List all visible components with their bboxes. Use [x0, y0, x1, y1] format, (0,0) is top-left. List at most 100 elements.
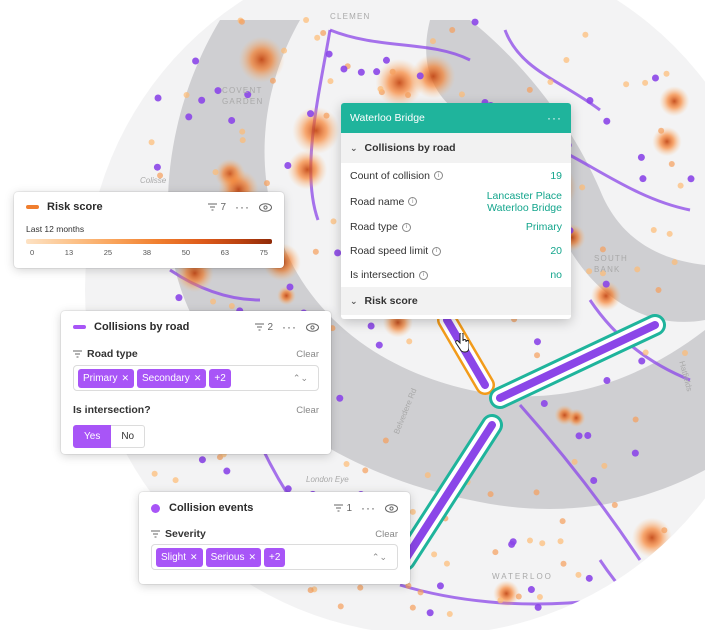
collision-point — [431, 551, 438, 558]
collisions-by-road-layer-card: Collisions by road 2 ··· Road type Clear… — [61, 311, 331, 454]
collision-point — [314, 34, 321, 41]
chip-more[interactable]: +2 — [209, 368, 231, 388]
more-icon[interactable]: ··· — [361, 501, 376, 515]
map-label-covent: COVENT — [222, 86, 263, 95]
popup-section-risk[interactable]: ⌄ Risk score — [341, 287, 571, 315]
collision-point — [377, 85, 384, 92]
collisions-header: Collisions by road 2 ··· — [61, 311, 331, 343]
chip-label: Slight — [161, 551, 187, 563]
more-icon[interactable]: ··· — [547, 111, 562, 125]
collision-point — [148, 139, 155, 146]
close-icon[interactable]: ✕ — [248, 552, 256, 563]
collision-point — [611, 501, 618, 508]
collision-point — [586, 97, 594, 105]
events-legend-swatch — [151, 503, 160, 513]
collision-point — [172, 477, 179, 484]
more-icon[interactable]: ··· — [235, 200, 250, 214]
road-type-multiselect[interactable]: Primary ✕ Secondary ✕ +2 ⌃⌄ — [73, 365, 319, 391]
collision-point — [337, 603, 344, 610]
risk-score-header: Risk score 7 ··· — [14, 192, 284, 222]
map-label-south: SOUTH — [594, 254, 628, 263]
collision-point — [639, 175, 647, 183]
collision-point — [575, 571, 582, 578]
heatmap-blob — [375, 58, 424, 107]
chip-slight[interactable]: Slight ✕ — [156, 547, 203, 567]
collision-point — [586, 268, 593, 275]
collision-point — [497, 597, 504, 604]
collision-point — [238, 18, 245, 25]
collision-point — [436, 582, 444, 590]
eye-icon[interactable] — [306, 322, 319, 332]
collision-point — [539, 540, 546, 547]
collision-point — [560, 560, 567, 567]
collision-point — [154, 94, 162, 102]
collision-point — [404, 92, 411, 99]
collision-point — [307, 587, 314, 594]
heatmap-blob — [493, 580, 520, 607]
collision-point — [658, 127, 665, 134]
popup-row-road-name-value-2: Waterloo Bridge — [487, 201, 562, 214]
heatmap-blob — [632, 517, 672, 558]
close-icon[interactable]: ✕ — [194, 373, 202, 384]
collision-point — [303, 17, 310, 24]
collision-point — [228, 302, 235, 309]
caret-icon[interactable]: ⌃⌄ — [372, 552, 387, 563]
intersection-clear-button[interactable]: Clear — [296, 405, 319, 416]
collision-point — [239, 128, 246, 135]
collision-point — [668, 161, 675, 168]
collision-point — [534, 352, 541, 359]
collision-point — [515, 593, 522, 600]
collision-point — [343, 460, 350, 467]
filter-icon — [255, 323, 265, 331]
chip-more[interactable]: +2 — [264, 547, 286, 567]
collisions-filter-button[interactable]: 2 — [255, 322, 273, 333]
map-label-bank: BANK — [594, 265, 621, 274]
chip-secondary[interactable]: Secondary ✕ — [137, 368, 207, 388]
popup-row-road-name-value-1: Lancaster Place — [486, 189, 562, 202]
popup-row-speed-key: Road speed limit — [350, 245, 429, 257]
collision-point — [426, 609, 434, 617]
collisions-legend-swatch — [73, 325, 86, 329]
road-type-clear-button[interactable]: Clear — [296, 349, 319, 360]
collision-point — [671, 259, 678, 266]
collision-point — [320, 29, 327, 36]
filter-icon — [73, 350, 82, 358]
collision-point — [185, 113, 193, 121]
popup-section-collisions[interactable]: ⌄ Collisions by road — [341, 133, 571, 163]
no-button[interactable]: No — [111, 425, 146, 448]
popup-section-risk-label: Risk score — [364, 295, 418, 307]
events-filter-button[interactable]: 1 — [334, 503, 352, 514]
risk-period-label: Last 12 months — [26, 224, 85, 234]
collision-point — [175, 294, 183, 302]
collision-point — [367, 322, 375, 330]
collision-point — [325, 50, 333, 58]
caret-icon[interactable]: ⌃⌄ — [293, 373, 308, 384]
filter-icon — [334, 504, 344, 512]
more-icon[interactable]: ··· — [282, 320, 297, 334]
collision-point — [357, 68, 365, 76]
collision-point — [330, 218, 337, 225]
eye-icon[interactable] — [259, 202, 272, 212]
popup-row-count: Count of collision i 19 — [341, 163, 571, 188]
risk-tick: 75 — [259, 248, 268, 257]
severity-clear-button[interactable]: Clear — [375, 529, 398, 540]
close-icon[interactable]: ✕ — [121, 373, 129, 384]
collision-point — [650, 226, 657, 233]
severity-multiselect[interactable]: Slight ✕ Serious ✕ +2 ⌃⌄ — [151, 544, 398, 570]
collision-point — [687, 175, 695, 183]
collision-point — [409, 508, 416, 515]
chip-primary[interactable]: Primary ✕ — [78, 368, 134, 388]
risk-ramp-ticks: 0 13 25 38 50 63 75 — [14, 244, 284, 257]
collision-point — [575, 432, 583, 440]
collision-point — [373, 68, 381, 76]
collision-point — [536, 593, 543, 600]
yes-button[interactable]: Yes — [73, 425, 112, 448]
risk-tick: 63 — [220, 248, 230, 257]
eye-icon[interactable] — [385, 503, 398, 513]
close-icon[interactable]: ✕ — [190, 552, 198, 563]
risk-filter-button[interactable]: 7 — [208, 202, 226, 213]
collisions-title: Collisions by road — [94, 321, 190, 333]
collision-point — [540, 400, 548, 408]
chip-serious[interactable]: Serious ✕ — [205, 547, 262, 567]
popup-row-count-value: 19 — [550, 169, 562, 182]
